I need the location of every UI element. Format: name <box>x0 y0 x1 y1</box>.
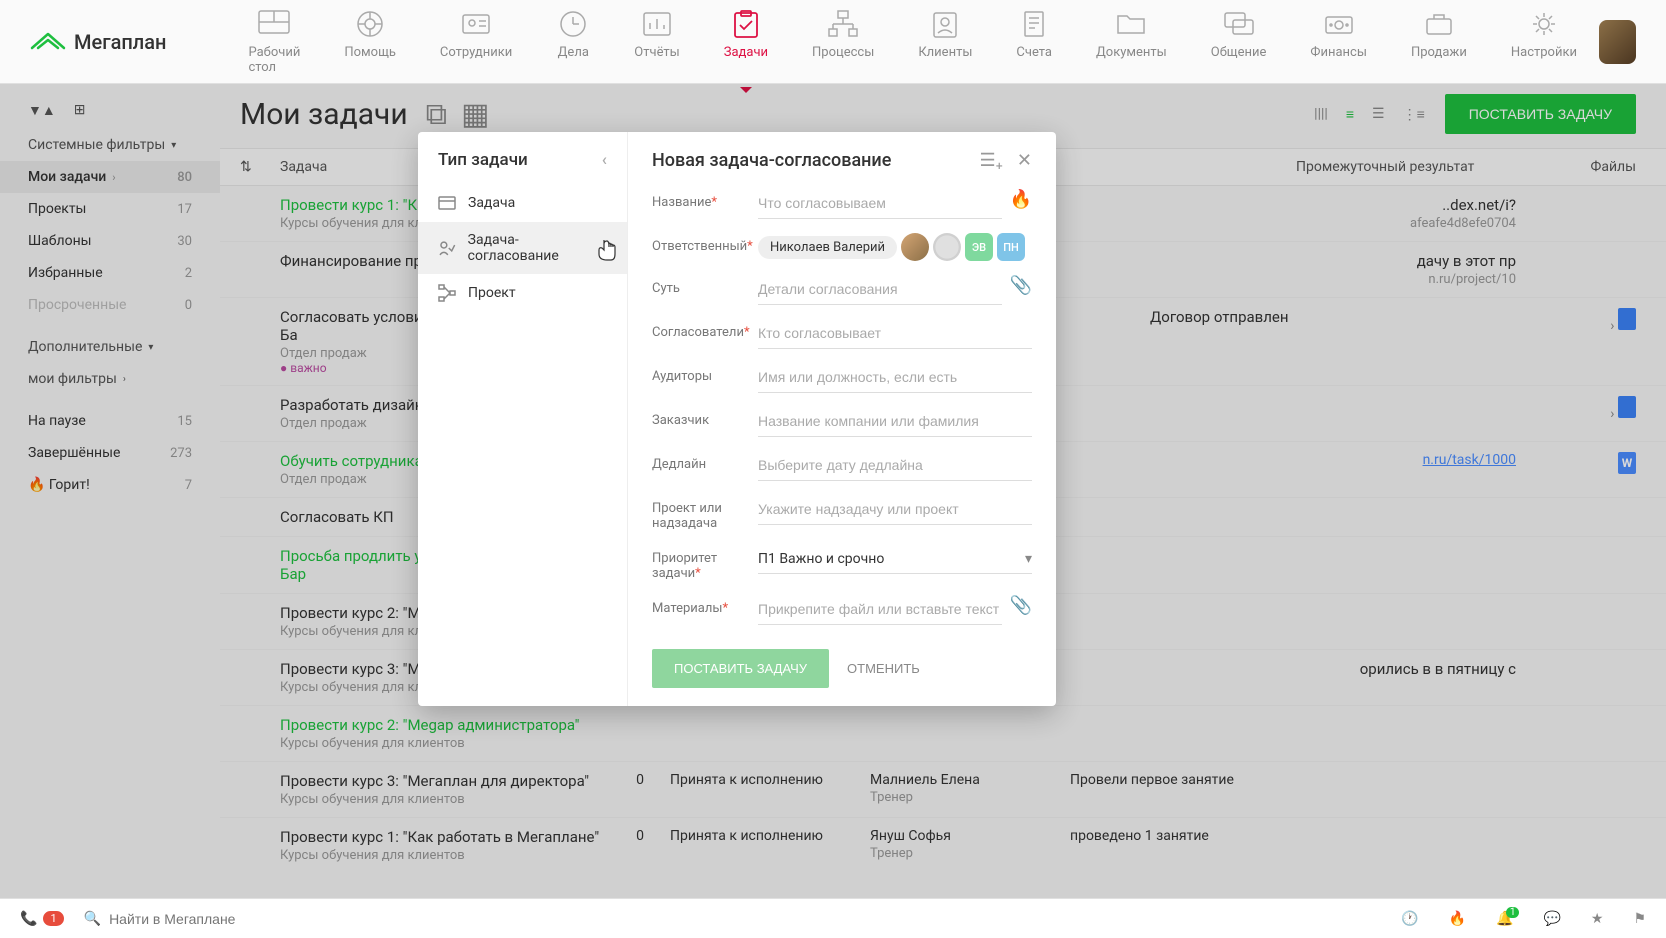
cancel-button[interactable]: ОТМЕНИТЬ <box>847 661 920 676</box>
view-tree-icon[interactable]: ⋮≡ <box>1403 106 1425 123</box>
nav-clients[interactable]: Клиенты <box>896 0 994 85</box>
materials-input[interactable] <box>758 601 1002 617</box>
bottom-bar: 📞 1 🔍 🕐 🔥 🔔1 💬 ★ ⚑ <box>0 898 1666 938</box>
view-compact-icon[interactable]: ☰ <box>1372 106 1385 123</box>
avatar-icon[interactable] <box>933 233 961 261</box>
customer-input[interactable] <box>758 413 1032 429</box>
notifications-icon[interactable]: 🔔1 <box>1496 911 1513 927</box>
col-files-header[interactable]: Файлы <box>1556 159 1636 175</box>
view-columns-icon[interactable]: |||| <box>1314 106 1328 123</box>
logo-text: Мегаплан <box>74 30 166 54</box>
modal-type-panel: Тип задачи ‹ Задача Задача-согласование … <box>418 132 628 706</box>
type-project[interactable]: Проект <box>418 274 627 312</box>
filter-completed[interactable]: Завершённые273 <box>0 437 220 469</box>
attach-icon[interactable]: 📎 <box>1010 595 1032 616</box>
type-task[interactable]: Задача <box>418 184 627 222</box>
nav-finance[interactable]: Финансы <box>1288 0 1389 85</box>
nav-items: Рабочий стол Помощь Сотрудники Дела Отчё… <box>226 0 1599 85</box>
star-icon[interactable]: ★ <box>1591 911 1604 927</box>
view-list-icon[interactable]: ≡ <box>1346 106 1354 123</box>
filter-paused[interactable]: На паузе15 <box>0 405 220 437</box>
priority-select[interactable]: П1 Важно и срочно <box>758 551 884 567</box>
copy-icon[interactable]: ⧉ <box>426 97 447 132</box>
deadline-input[interactable] <box>758 457 1032 473</box>
file-icon[interactable] <box>1618 308 1636 330</box>
project-input[interactable] <box>758 501 1032 517</box>
user-badge[interactable]: ПН <box>997 233 1025 261</box>
user-avatar[interactable] <box>1599 20 1636 64</box>
type-approval[interactable]: Задача-согласование <box>418 222 627 274</box>
sort-icon[interactable]: ⇅ <box>240 159 280 175</box>
approvers-input[interactable] <box>758 325 1032 341</box>
filter-icon[interactable]: ▼▲ <box>28 102 56 119</box>
top-navigation: Мегаплан Рабочий стол Помощь Сотрудники … <box>0 0 1666 84</box>
task-row[interactable]: Провести курс 1: "Как работать в Мегапла… <box>220 818 1666 870</box>
filter-favorites[interactable]: Избранные2 <box>0 257 220 289</box>
priority-flame-icon[interactable]: 🔥 <box>1010 189 1032 210</box>
user-badge[interactable]: ЭВ <box>965 233 993 261</box>
nav-documents[interactable]: Документы <box>1074 0 1189 85</box>
modal-form: Новая задача-согласование ☰₊ ✕ Название*… <box>628 132 1056 706</box>
file-icon[interactable] <box>1618 396 1636 418</box>
additional-filters-header[interactable]: Дополнительные ▾ <box>0 331 220 363</box>
nav-sales[interactable]: Продажи <box>1389 0 1489 85</box>
add-filter-icon[interactable]: ⊞ <box>74 102 86 119</box>
col-result-header[interactable]: Промежуточный результат <box>1296 159 1556 175</box>
nav-help[interactable]: Помощь <box>322 0 418 85</box>
filter-burning[interactable]: 🔥 Горит!7 <box>0 469 220 501</box>
nav-deals[interactable]: Дела <box>534 0 612 85</box>
sidebar: ▼▲ ⊞ Системные фильтры ▾ Мои задачи›80 П… <box>0 84 220 898</box>
nav-settings[interactable]: Настройки <box>1489 0 1599 85</box>
create-task-button[interactable]: ПОСТАВИТЬ ЗАДАЧУ <box>1445 94 1636 134</box>
nav-tasks[interactable]: Задачи <box>702 0 790 85</box>
phone-icon: 📞 <box>20 911 37 927</box>
responsible-chip[interactable]: Николаев Валерий <box>758 236 897 259</box>
file-icon[interactable]: W <box>1618 452 1636 474</box>
nav-employees[interactable]: Сотрудники <box>418 0 534 85</box>
auditors-input[interactable] <box>758 369 1032 385</box>
name-input[interactable] <box>758 195 1002 211</box>
page-title: Мои задачи ⧉ ▦ <box>240 97 489 132</box>
my-filters-header[interactable]: мои фильтры › <box>0 363 220 395</box>
essence-input[interactable] <box>758 281 1002 297</box>
modal-title: Новая задача-согласование <box>652 150 891 171</box>
attach-icon[interactable]: 📎 <box>1010 275 1032 296</box>
search-input[interactable] <box>109 911 1381 927</box>
create-task-modal: Тип задачи ‹ Задача Задача-согласование … <box>418 132 1056 706</box>
messages-icon[interactable]: 💬 <box>1543 911 1560 927</box>
filter-my-tasks[interactable]: Мои задачи›80 <box>0 161 220 193</box>
nav-invoices[interactable]: Счета <box>994 0 1074 85</box>
fire-icon[interactable]: 🔥 <box>1449 911 1466 927</box>
back-icon[interactable]: ‹ <box>602 150 607 170</box>
nav-chat[interactable]: Общение <box>1189 0 1289 85</box>
submit-button[interactable]: ПОСТАВИТЬ ЗАДАЧУ <box>652 649 829 688</box>
filter-overdue[interactable]: Просроченные0 <box>0 289 220 321</box>
phone-button[interactable]: 📞 1 <box>20 911 64 927</box>
template-icon[interactable]: ☰₊ <box>980 150 1003 171</box>
system-filters-header[interactable]: Системные фильтры ▾ <box>0 129 220 161</box>
task-row[interactable]: Провести курс 2: "Mеgар администратора"К… <box>220 706 1666 762</box>
logo[interactable]: Мегаплан <box>30 28 166 56</box>
chevron-down-icon[interactable]: ▾ <box>1025 551 1032 567</box>
filter-projects[interactable]: Проекты17 <box>0 193 220 225</box>
search-icon: 🔍 <box>84 911 101 927</box>
nav-processes[interactable]: Процессы <box>790 0 896 85</box>
task-row[interactable]: Провести курс 3: "Мегаплан для директора… <box>220 762 1666 818</box>
export-icon[interactable]: ▦ <box>461 97 489 132</box>
nav-reports[interactable]: Отчёты <box>612 0 701 85</box>
logo-icon <box>30 28 66 56</box>
filter-templates[interactable]: Шаблоны30 <box>0 225 220 257</box>
history-icon[interactable]: 🕐 <box>1401 911 1418 927</box>
avatar-icon[interactable] <box>901 233 929 261</box>
nav-desktop[interactable]: Рабочий стол <box>226 0 322 85</box>
close-icon[interactable]: ✕ <box>1017 150 1032 171</box>
flag-icon[interactable]: ⚑ <box>1633 911 1646 927</box>
modal-type-title: Тип задачи <box>438 150 528 170</box>
